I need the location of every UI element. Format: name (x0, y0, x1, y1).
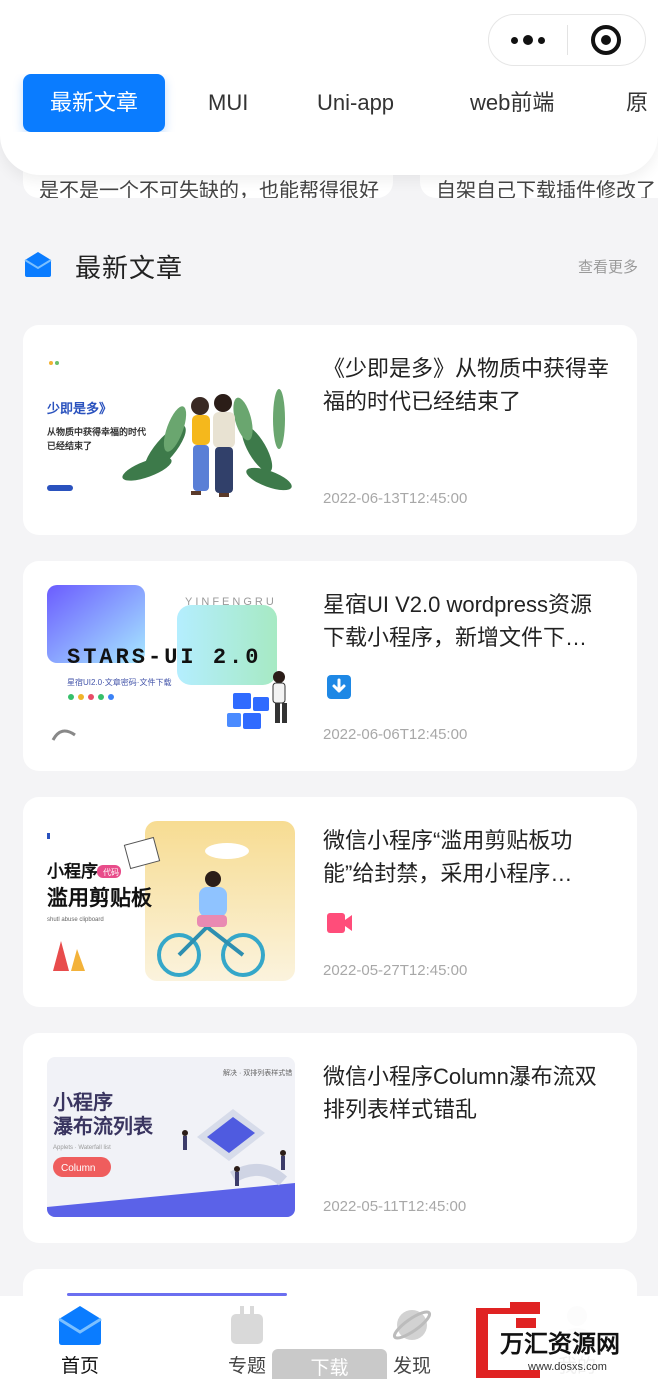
article-date: 2022-06-06T12:45:00 (323, 726, 468, 743)
svg-text:www.dosxs.com: www.dosxs.com (527, 1361, 607, 1373)
more-menu-button[interactable] (489, 15, 567, 65)
article-date: 2022-05-11T12:45:00 (323, 1198, 467, 1215)
peek-card-text: 自架自己下载插件修改了 (436, 180, 656, 198)
thumb-sub-text: 已经结束了 (47, 440, 92, 451)
video-icon (327, 913, 352, 933)
nav-home[interactable]: 首页 (25, 1296, 135, 1379)
thumb-button-text: Column (61, 1163, 95, 1174)
thumb-tag-text: 代码 (103, 867, 119, 877)
thumb-sub-text: 从物质中获得幸福的时代 (47, 426, 146, 437)
article-date: 2022-05-27T12:45:00 (323, 962, 468, 979)
article-thumbnail: 少即是多》 从物质中获得幸福的时代 已经结束了 (47, 349, 295, 509)
article-thumbnail: 解决 · 双排列表样式错 小程序 瀑布流列表 Applets · Waterfa… (47, 1057, 295, 1217)
thumb-small-text: 解决 · 双排列表样式错 (223, 1068, 292, 1077)
thumb-title-text: 小程序 (47, 861, 98, 881)
article-title[interactable]: 《少即是多》从物质中获得幸福的时代已经结束了 (323, 352, 613, 418)
section-header: 最新文章 查看更多 (24, 244, 638, 288)
target-close-icon (591, 25, 622, 55)
thumb-title-text: 瀑布流列表 (53, 1114, 154, 1138)
planet-icon (392, 1310, 432, 1340)
article-date: 2022-06-13T12:45:00 (323, 490, 468, 507)
nav-label: 首页 (60, 1356, 99, 1377)
article-thumbnail: 小程序 代码 滥用剪贴板 shutl abuse clipboard (47, 821, 295, 981)
thumb-title-text: 滥用剪贴板 (47, 886, 153, 910)
thumb-title-text: 小程序 (53, 1090, 113, 1114)
thumb-small-text: Applets · Waterfall list (53, 1145, 111, 1151)
tab-latest[interactable]: 最新文章 (23, 74, 165, 132)
home-icon (58, 1306, 102, 1345)
article-card[interactable]: 解决 · 双排列表样式错 小程序 瀑布流列表 Applets · Waterfa… (23, 1033, 637, 1243)
site-watermark-logo: 万汇资源网 www.dosxs.com (470, 1300, 656, 1379)
article-card[interactable]: 小程序 代码 滥用剪贴板 shutl abuse clipboard 微信小程序… (23, 797, 637, 1007)
more-dots-icon (510, 35, 545, 45)
section-title: 最新文章 (75, 253, 184, 283)
download-icon (327, 675, 351, 699)
thumb-title-text: STARS-UI 2.0 (67, 645, 261, 670)
tab-uni-app[interactable]: Uni-app (317, 74, 394, 132)
article-title[interactable]: 微信小程序“滥用剪贴板功能”给封禁，采用小程序… (323, 824, 613, 890)
top-header: 最新文章 MUI Uni-app web前端 原 (0, 0, 658, 175)
category-tabs: 最新文章 MUI Uni-app web前端 原 (0, 74, 658, 132)
article-card[interactable]: YINFENGRU STARS-UI 2.0 星宿UI2.0·文章密码·文件下载… (23, 561, 637, 771)
download-button[interactable]: 下载 (272, 1349, 387, 1379)
tab-mui[interactable]: MUI (208, 74, 248, 132)
home-section-icon (24, 252, 52, 277)
article-title[interactable]: 星宿UI V2.0 wordpress资源下载小程序，新增文件下… (323, 588, 613, 654)
miniprogram-capsule (488, 14, 646, 66)
thumb-title-text: 少即是多》 (47, 401, 112, 416)
thumb-small-text: shutl abuse clipboard (47, 917, 104, 923)
view-more-link[interactable]: 查看更多 (578, 256, 638, 277)
article-card[interactable]: 少即是多》 从物质中获得幸福的时代 已经结束了 《少即是多》从物质中获得幸福的时… (23, 325, 637, 535)
thumb-sub-text: 星宿UI2.0·文章密码·文件下载 (67, 677, 171, 687)
tab-partial[interactable]: 原 (626, 74, 648, 132)
svg-text:万汇资源网: 万汇资源网 (500, 1331, 620, 1358)
close-miniprogram-button[interactable] (568, 15, 646, 65)
tab-web[interactable]: web前端 (470, 74, 554, 132)
bag-icon (231, 1306, 263, 1344)
peek-card-text: 是不是一个不可失缺的，也能帮得很好 (39, 180, 379, 198)
thumb-brand-text: YINFENGRU (185, 596, 277, 608)
article-thumbnail: YINFENGRU STARS-UI 2.0 星宿UI2.0·文章密码·文件下载 (47, 585, 295, 745)
article-title[interactable]: 微信小程序Column瀑布流双排列表样式错乱 (323, 1060, 613, 1126)
